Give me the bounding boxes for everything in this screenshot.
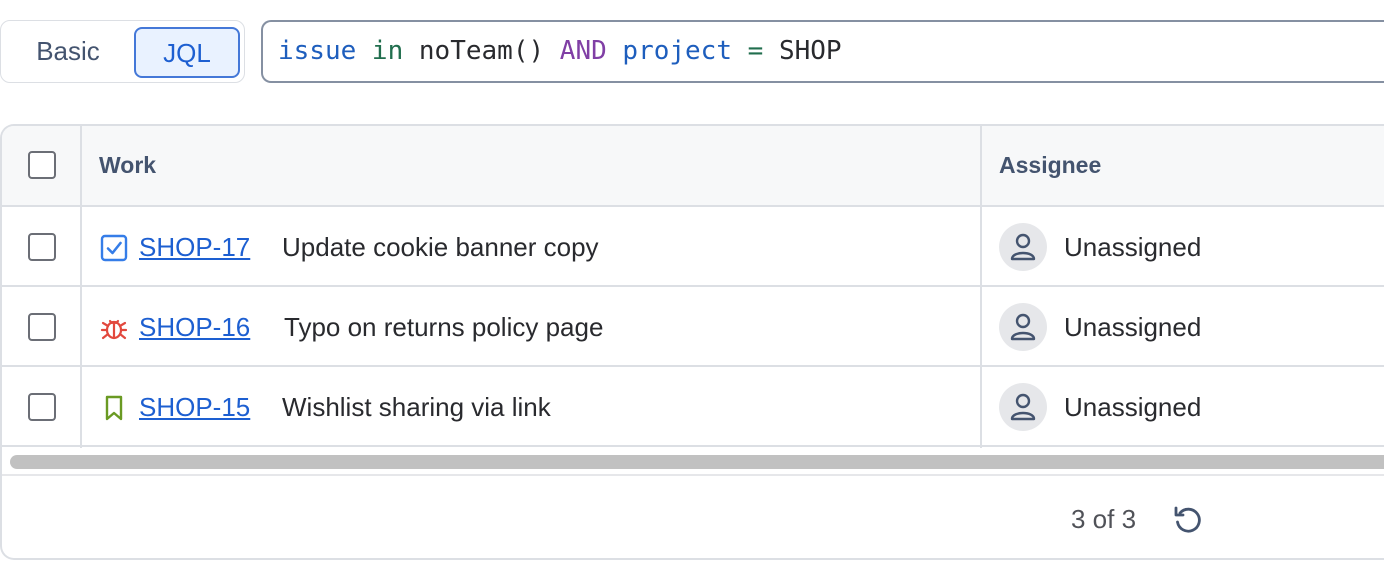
jql-query-input[interactable]: issue in noTeam() AND project = SHOP: [261, 20, 1384, 83]
jql-token: project: [606, 36, 732, 66]
issue-key-link[interactable]: SHOP-15: [139, 367, 250, 447]
select-all-checkbox[interactable]: [28, 151, 56, 179]
avatar: [999, 303, 1047, 351]
issue-summary[interactable]: Typo on returns policy page: [284, 287, 603, 367]
avatar: [999, 383, 1047, 431]
jql-token: in: [356, 36, 404, 66]
table-header: Work Assignee: [2, 126, 1384, 207]
search-mode-toggle: Basic JQL: [0, 20, 245, 83]
column-header-assignee[interactable]: Assignee: [999, 126, 1101, 205]
issue-key-link[interactable]: SHOP-16: [139, 287, 250, 367]
jql-token: noTeam(): [403, 36, 545, 66]
column-resize-handle[interactable]: [980, 126, 982, 448]
horizontal-scrollbar[interactable]: [2, 450, 1384, 476]
jql-token: AND: [544, 36, 607, 66]
results-table: Work Assignee SHOP-17 Update cookie bann…: [0, 124, 1384, 560]
row-checkbox[interactable]: [28, 393, 56, 421]
scrollbar-thumb[interactable]: [10, 455, 1384, 469]
bookmark-icon: [105, 395, 123, 421]
user-icon: [1010, 393, 1036, 421]
task-checkbox-icon: [100, 234, 128, 262]
jql-mode-button[interactable]: JQL: [134, 27, 240, 78]
jql-token: SHOP: [763, 36, 842, 66]
user-icon: [1010, 233, 1036, 261]
row-checkbox[interactable]: [28, 313, 56, 341]
basic-mode-button[interactable]: Basic: [15, 27, 121, 78]
column-header-work[interactable]: Work: [99, 126, 156, 205]
avatar: [999, 223, 1047, 271]
result-count: 3 of 3: [1071, 504, 1137, 534]
jql-token: issue: [278, 36, 357, 66]
jql-token: =: [732, 36, 764, 66]
user-icon: [1010, 313, 1036, 341]
table-footer: 3 of 3: [2, 478, 1384, 558]
assignee-name[interactable]: Unassigned: [1064, 367, 1201, 447]
table-row[interactable]: SHOP-17 Update cookie banner copy Unassi…: [2, 207, 1384, 287]
issue-key-link[interactable]: SHOP-17: [139, 207, 250, 287]
issue-summary[interactable]: Update cookie banner copy: [282, 207, 599, 287]
refresh-icon[interactable]: [1171, 503, 1205, 537]
issue-summary[interactable]: Wishlist sharing via link: [282, 367, 551, 447]
assignee-name[interactable]: Unassigned: [1064, 287, 1201, 367]
table-row[interactable]: SHOP-16 Typo on returns policy page Unas…: [2, 287, 1384, 367]
column-divider: [80, 126, 82, 448]
assignee-name[interactable]: Unassigned: [1064, 207, 1201, 287]
table-row[interactable]: SHOP-15 Wishlist sharing via link Unassi…: [2, 367, 1384, 447]
bug-icon: [100, 319, 128, 340]
row-checkbox[interactable]: [28, 233, 56, 261]
